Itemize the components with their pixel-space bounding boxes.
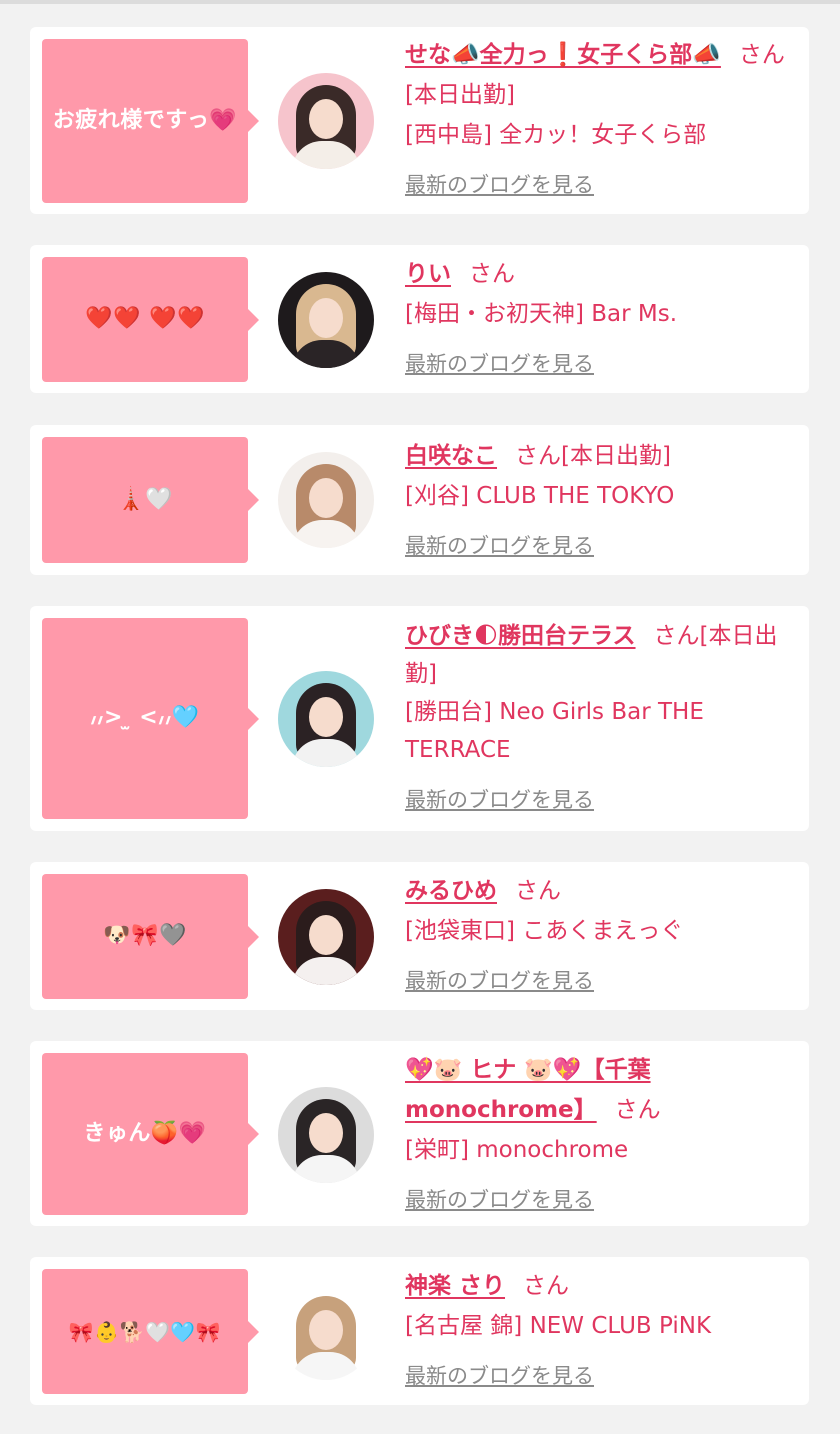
- comment-text: 🗼🤍: [117, 486, 173, 512]
- cast-name-link[interactable]: ひびき🌓勝田台テラス: [405, 623, 636, 649]
- comment-text: ❤️❤️ ❤️❤️: [85, 306, 205, 332]
- honorific: さん: [515, 878, 561, 904]
- comment-bubble: 🗼🤍: [42, 437, 259, 563]
- shop-name: [刈谷] CLUB THE TOKYO: [405, 483, 675, 509]
- comment-text: きゅん🍑💗: [83, 1120, 207, 1146]
- cast-name-link[interactable]: 白咲なこ: [405, 443, 497, 469]
- latest-blog-link[interactable]: 最新のブログを見る: [405, 526, 594, 566]
- comment-text: ៸៸> ̫ <៸៸🩵: [90, 705, 200, 731]
- shop-name: [名古屋 錦] NEW CLUB PiNK: [405, 1313, 712, 1339]
- cast-name-link[interactable]: りい: [405, 261, 451, 287]
- honorific: さん: [614, 1097, 661, 1123]
- list-item: お疲れ様ですっ💗 せな📣全力っ❗女子くら部📣 さん [本日出勤] [西中島] 全カッ…: [30, 27, 809, 214]
- shop-name: [栄町] monochrome: [405, 1137, 629, 1163]
- comment-bubble: 🎀👶🐕🤍🩵🎀: [42, 1269, 259, 1394]
- latest-blog-link[interactable]: 最新のブログを見る: [405, 781, 594, 819]
- cast-info: 💖🐷 ヒナ 🐷💖【千葉monochrome】 さん [栄町] monochrome…: [405, 1050, 795, 1220]
- cast-info: ひびき🌓勝田台テラス さん[本日出勤] [勝田台] Neo Girls Bar T…: [405, 617, 795, 819]
- honorific: さん: [469, 261, 515, 287]
- avatar[interactable]: [278, 272, 374, 368]
- latest-blog-link[interactable]: 最新のブログを見る: [405, 1356, 594, 1396]
- list-item: 🎀👶🐕🤍🩵🎀 神楽 さり さん [名古屋 錦] NEW CLUB PiNK 最新の…: [30, 1257, 809, 1405]
- top-divider: [0, 0, 840, 4]
- honorific: さん: [653, 623, 700, 649]
- cast-name-link[interactable]: 神楽 さり: [405, 1273, 505, 1299]
- latest-blog-link[interactable]: 最新のブログを見る: [405, 1180, 594, 1220]
- shop-name: [西中島] 全カッ！女子くら部: [405, 122, 707, 148]
- cast-info: 白咲なこ さん[本日出勤] [刈谷] CLUB THE TOKYO 最新のブログを…: [405, 436, 795, 566]
- cast-name-link[interactable]: みるひめ: [405, 878, 497, 904]
- honorific: さん: [738, 42, 785, 68]
- latest-blog-link[interactable]: 最新のブログを見る: [405, 961, 594, 1001]
- status-text: [本日出勤]: [405, 82, 515, 108]
- cast-info: りい さん [梅田・お初天神] Bar Ms. 最新のブログを見る: [405, 254, 795, 384]
- cast-info: 神楽 さり さん [名古屋 錦] NEW CLUB PiNK 最新のブログを見る: [405, 1266, 795, 1396]
- latest-blog-link[interactable]: 最新のブログを見る: [405, 165, 594, 205]
- list-item: ៸៸> ̫ <៸៸🩵 ひびき🌓勝田台テラス さん[本日出勤] [勝田台] Neo …: [30, 606, 809, 831]
- avatar[interactable]: [278, 1087, 374, 1183]
- comment-bubble: 🐶🎀🩶: [42, 874, 259, 999]
- shop-name: [梅田・お初天神] Bar Ms.: [405, 301, 678, 327]
- avatar[interactable]: [278, 1284, 374, 1380]
- status-text: [本日出勤]: [561, 443, 671, 469]
- list-item: 🗼🤍 白咲なこ さん[本日出勤] [刈谷] CLUB THE TOKYO 最新のブ…: [30, 425, 809, 575]
- list-item: きゅん🍑💗 💖🐷 ヒナ 🐷💖【千葉monochrome】 さん [栄町] mono…: [30, 1041, 809, 1226]
- cast-name-link[interactable]: 💖🐷 ヒナ 🐷💖【千葉monochrome】: [405, 1057, 651, 1123]
- comment-text: お疲れ様ですっ💗: [52, 107, 238, 133]
- avatar[interactable]: [278, 452, 374, 548]
- cast-name-link[interactable]: せな📣全力っ❗女子くら部📣: [405, 42, 721, 68]
- comment-bubble: ៸៸> ̫ <៸៸🩵: [42, 618, 259, 819]
- honorific: さん: [515, 443, 561, 469]
- latest-blog-link[interactable]: 最新のブログを見る: [405, 344, 594, 384]
- list-item: 🐶🎀🩶 みるひめ さん [池袋東口] こあくまえっぐ 最新のブログを見る: [30, 862, 809, 1010]
- cast-info: せな📣全力っ❗女子くら部📣 さん [本日出勤] [西中島] 全カッ！女子くら部 最新…: [405, 35, 795, 205]
- comment-bubble: お疲れ様ですっ💗: [42, 39, 259, 203]
- shop-name: [勝田台] Neo Girls Bar THE TERRACE: [405, 699, 704, 763]
- avatar[interactable]: [278, 889, 374, 985]
- avatar[interactable]: [278, 73, 374, 169]
- honorific: さん: [523, 1273, 570, 1299]
- avatar[interactable]: [278, 671, 374, 767]
- shop-name: [池袋東口] こあくまえっぐ: [405, 918, 684, 944]
- list-item: ❤️❤️ ❤️❤️ りい さん [梅田・お初天神] Bar Ms. 最新のブログを…: [30, 245, 809, 393]
- cast-info: みるひめ さん [池袋東口] こあくまえっぐ 最新のブログを見る: [405, 871, 795, 1001]
- comment-text: 🎀👶🐕🤍🩵🎀: [68, 1319, 222, 1344]
- comment-bubble: ❤️❤️ ❤️❤️: [42, 257, 259, 382]
- comment-bubble: きゅん🍑💗: [42, 1053, 259, 1215]
- comment-text: 🐶🎀🩶: [103, 923, 187, 949]
